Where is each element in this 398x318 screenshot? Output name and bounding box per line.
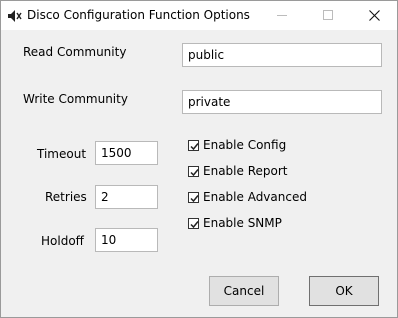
maximize-button[interactable] xyxy=(305,1,351,30)
check-icon xyxy=(188,217,199,229)
dialog-window: Disco Configuration Function Options Rea… xyxy=(0,0,398,318)
cancel-button[interactable]: Cancel xyxy=(209,276,279,306)
maximize-icon xyxy=(323,10,333,20)
check-icon xyxy=(188,139,199,151)
speaker-muted-icon xyxy=(6,8,22,24)
timeout-input[interactable]: 1500 xyxy=(95,141,158,165)
check-icon xyxy=(188,191,199,203)
enable-config-label: Enable Config xyxy=(203,138,287,152)
retries-label: Retries xyxy=(45,190,87,204)
enable-report-label: Enable Report xyxy=(203,164,288,178)
minimize-button[interactable] xyxy=(259,1,305,30)
enable-advanced-checkbox[interactable]: Enable Advanced xyxy=(188,190,307,204)
holdoff-input[interactable]: 10 xyxy=(95,228,158,252)
read-community-label: Read Community xyxy=(23,45,127,59)
close-icon xyxy=(369,10,380,21)
enable-config-checkbox[interactable]: Enable Config xyxy=(188,138,286,152)
write-community-input[interactable]: private xyxy=(182,90,382,114)
enable-advanced-label: Enable Advanced xyxy=(203,190,307,204)
holdoff-label: Holdoff xyxy=(41,234,84,248)
window-title: Disco Configuration Function Options xyxy=(27,8,250,22)
read-community-input[interactable]: public xyxy=(182,43,382,67)
enable-report-checkbox[interactable]: Enable Report xyxy=(188,164,287,178)
retries-input[interactable]: 2 xyxy=(95,185,158,209)
dialog-body: Read Community public Write Community pr… xyxy=(1,30,397,317)
close-button[interactable] xyxy=(351,1,397,30)
write-community-label: Write Community xyxy=(23,92,128,106)
ok-button[interactable]: OK xyxy=(309,276,379,306)
timeout-label: Timeout xyxy=(37,147,87,161)
enable-snmp-checkbox[interactable]: Enable SNMP xyxy=(188,216,282,230)
enable-snmp-label: Enable SNMP xyxy=(203,216,282,230)
minimize-icon xyxy=(277,15,287,16)
title-bar[interactable]: Disco Configuration Function Options xyxy=(1,1,397,30)
check-icon xyxy=(188,165,199,177)
